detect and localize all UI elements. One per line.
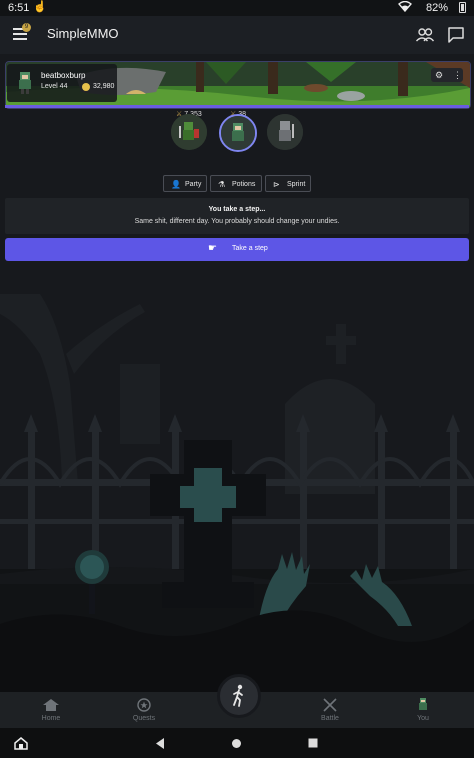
party-member-avatar[interactable] [267, 114, 303, 150]
home-icon [43, 699, 59, 711]
nav-battle-label: Battle [321, 715, 339, 722]
take-a-step-label: Take a step [232, 245, 268, 252]
chat-icon[interactable] [446, 25, 466, 45]
back-icon[interactable] [155, 738, 165, 749]
system-navigation-bar [0, 728, 474, 758]
nav-home[interactable]: Home [21, 692, 81, 728]
recents-icon[interactable] [308, 738, 318, 748]
wifi-icon [398, 1, 412, 12]
graveyard-scene [0, 264, 474, 692]
take-a-step-button[interactable]: ☛ Take a step [5, 238, 469, 261]
more-vertical-icon[interactable]: ⋮ [453, 68, 462, 82]
nav-you[interactable]: You [393, 692, 453, 728]
message-body: Same shit, different day. You probably s… [134, 218, 340, 225]
pointing-hand-icon: ☛ [208, 243, 217, 254]
menu-icon-line [13, 38, 27, 40]
touch-icon: ☝ [33, 1, 47, 13]
step-result-message: You take a step... Same shit, different … [5, 198, 469, 234]
warrior-avatar [171, 114, 207, 150]
menu-button[interactable]: 9 [13, 23, 31, 42]
star-badge-icon [137, 698, 151, 712]
player-level: Level 44 [41, 83, 68, 90]
potions-button-label: Potions [232, 181, 256, 188]
home-circle-icon[interactable] [231, 738, 242, 749]
hero-progress-bar [5, 105, 469, 108]
sprint-button[interactable]: ⊳ Sprint [265, 175, 311, 192]
crossed-swords-icon [323, 698, 337, 712]
battery-icon [459, 2, 466, 13]
party-button[interactable]: 👤 Party [163, 175, 207, 192]
gold-coin-icon [82, 83, 90, 91]
walking-person-icon [233, 684, 243, 707]
user-icon: 👤 [171, 180, 181, 189]
friends-icon[interactable] [415, 25, 435, 45]
app-bar: 9 SimpleMMO [0, 16, 474, 54]
menu-icon-line [13, 33, 27, 35]
travel-fab[interactable] [217, 674, 261, 718]
banner-options[interactable]: ⚙ ⋮ [431, 68, 463, 82]
sprint-button-label: Sprint [287, 181, 306, 188]
potions-button[interactable]: ⚗ Potions [210, 175, 262, 192]
message-title: You take a step... [208, 206, 266, 213]
status-time: 6:51 [8, 2, 30, 14]
app-title: SimpleMMO [47, 26, 119, 41]
party-button-label: Party [185, 181, 202, 188]
nav-quests[interactable]: Quests [114, 692, 174, 728]
nav-home-label: Home [41, 715, 61, 722]
potion-icon: ⚗ [218, 180, 226, 189]
player-avatar-icon [419, 698, 427, 710]
sprint-icon: ⊳ [273, 180, 280, 189]
battery-percent: 82% [425, 2, 448, 14]
notification-badge: 9 [22, 23, 31, 32]
status-bar: 6:51 ☝ 82% [0, 0, 474, 16]
nav-battle[interactable]: Battle [300, 692, 360, 728]
gear-icon[interactable]: ⚙ [435, 68, 443, 82]
nav-you-label: You [417, 715, 429, 722]
nav-quests-label: Quests [132, 715, 156, 722]
player-avatar [19, 72, 31, 94]
party-member-avatar[interactable] [171, 114, 207, 150]
knight-avatar [267, 114, 303, 150]
home-app-icon[interactable] [14, 737, 28, 750]
player-name: beatboxburp [41, 71, 86, 80]
party-member-avatar-selected[interactable] [219, 114, 257, 152]
player-card[interactable]: beatboxburp Level 44 32,980 [7, 64, 117, 102]
player-gold: 32,980 [93, 83, 115, 90]
player-party-avatar [221, 116, 255, 150]
